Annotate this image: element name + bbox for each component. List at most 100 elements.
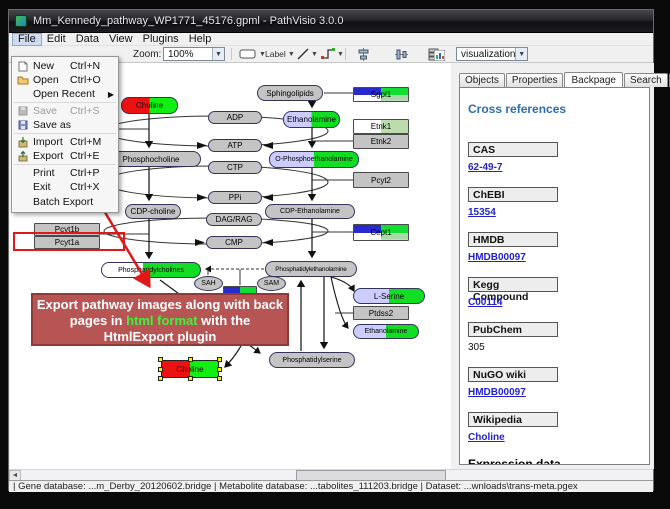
tab-objects[interactable]: Objects (459, 73, 505, 87)
selection-handle[interactable] (217, 357, 222, 362)
menu-separator (14, 102, 116, 103)
selection-handle[interactable] (217, 367, 222, 372)
menuitem-save[interactable]: SaveCtrl+S (12, 104, 118, 118)
node-ethanolamine-bottom[interactable]: Ethanolamine (353, 324, 419, 339)
node-adp[interactable]: ADP (208, 111, 262, 124)
label-tool-button[interactable]: Label▼ (265, 47, 295, 61)
menuitem-open-recent[interactable]: Open Recent▶ (12, 87, 118, 101)
xref-link[interactable]: HMDB00097 (468, 252, 641, 263)
panel-tabs: Objects Properties Backpage Search Legen… (459, 71, 670, 87)
backpage-section: ChEBI 15354 (468, 187, 641, 218)
xref-link[interactable]: HMDB00097 (468, 387, 641, 398)
node-cmp[interactable]: CMP (206, 236, 262, 249)
connector-tool-button[interactable]: ▼ (321, 47, 344, 61)
node-etnk1[interactable]: Etnk1 (353, 119, 409, 134)
node-atp[interactable]: ATP (208, 139, 262, 152)
node-pcyt2[interactable]: Pcyt2 (353, 172, 409, 188)
node-sphingolipids[interactable]: Sphingolipids (257, 85, 323, 101)
datasource-header: ChEBI (468, 187, 558, 202)
node-choline-selected[interactable]: Choline (161, 360, 219, 378)
selection-handle[interactable] (158, 357, 163, 362)
callout-highlight: html format (126, 313, 198, 328)
window-title: Mm_Kennedy_pathway_WP1771_45176.gpml - P… (33, 15, 343, 27)
title-bar[interactable]: Mm_Kennedy_pathway_WP1771_45176.gpml - P… (9, 10, 653, 33)
node-phosphatidylethanolamine[interactable]: Phosphatidylethanolamine (265, 261, 357, 277)
node-ptdss2[interactable]: Ptdss2 (353, 306, 409, 320)
connector-icon (321, 48, 335, 60)
menuitem-print[interactable]: PrintCtrl+P (12, 166, 118, 180)
xref-link[interactable]: 15354 (468, 207, 641, 218)
node-phosphatidylserine[interactable]: Phosphatidylserine (269, 352, 355, 368)
datasource-header: Wikipedia (468, 412, 558, 427)
selection-handle[interactable] (158, 367, 163, 372)
line-tool-button[interactable]: ▼ (297, 47, 318, 61)
selection-handle[interactable] (217, 376, 222, 381)
node-cept1[interactable]: Cept1 (353, 224, 409, 241)
xref-link[interactable]: Choline (468, 432, 641, 443)
node-cdp-ethanolamine[interactable]: CDP-Ethanolamine (265, 204, 355, 219)
zoom-combobox[interactable]: 100%▼ (163, 47, 225, 61)
datasource-header: NuGO wiki (468, 367, 558, 382)
side-panel: Objects Properties Backpage Search Legen… (457, 63, 654, 469)
menu-data[interactable]: Data (71, 33, 104, 46)
menu-separator (14, 133, 116, 134)
save-icon (15, 106, 30, 117)
menu-edit[interactable]: Edit (42, 33, 71, 46)
node-ctp[interactable]: CTP (208, 161, 262, 174)
selection-handle[interactable] (158, 376, 163, 381)
save-as-icon (15, 120, 30, 131)
node-dag-rag[interactable]: DAG/RAG (206, 213, 262, 226)
menu-file[interactable]: File (12, 33, 42, 46)
visualization-combobox[interactable]: visualization▼ (456, 47, 528, 61)
annotation-callout: Export pathway images along with back pa… (31, 293, 289, 346)
align-center-x-button[interactable] (357, 47, 370, 61)
node-o-phosphoethanolamine[interactable]: O-Phosphoethanolamine (269, 151, 359, 168)
selection-handle[interactable] (188, 376, 193, 381)
cross-references-heading: Cross references (468, 102, 641, 116)
selection-handle[interactable] (188, 357, 193, 362)
chevron-down-icon[interactable]: ▼ (515, 48, 527, 60)
node-ppi[interactable]: PPi (208, 191, 262, 204)
backpage-section: PubChem 305 (468, 322, 641, 353)
node-phosphatidylcholines[interactable]: Phosphatidylcholines (101, 262, 201, 278)
node-l-serine[interactable]: L-Serine (353, 288, 425, 304)
node-etnk2[interactable]: Etnk2 (353, 134, 409, 149)
xref-link[interactable]: 62-49-7 (468, 162, 641, 173)
menu-plugins[interactable]: Plugins (138, 33, 184, 46)
xref-link[interactable]: C00114 (468, 297, 641, 308)
batch-export-highlight (13, 232, 125, 251)
align-center-y-button[interactable] (395, 47, 408, 61)
node-label: Choline (176, 365, 203, 374)
menuitem-open[interactable]: OpenCtrl+O (12, 73, 118, 87)
menu-view[interactable]: View (104, 33, 138, 46)
node-sam[interactable]: SAM (257, 276, 286, 291)
datasource-header: HMDB (468, 232, 558, 247)
menuitem-save-as[interactable]: Save as (12, 118, 118, 132)
tab-search[interactable]: Search (624, 73, 668, 87)
label-tool-text: Label (265, 49, 286, 59)
node-ethanolamine-top[interactable]: Ethanolamine (283, 111, 340, 128)
app-icon (15, 15, 27, 27)
datanode-tool-button[interactable]: ▼ (239, 47, 266, 61)
menuitem-exit[interactable]: ExitCtrl+X (12, 180, 118, 194)
datanode-shape-icon (239, 49, 257, 59)
datasource-header: PubChem (468, 322, 558, 337)
align-center-x-icon (357, 48, 370, 61)
menuitem-export[interactable]: ExportCtrl+E (12, 149, 118, 163)
node-sah[interactable]: SAH (194, 276, 223, 291)
chevron-down-icon[interactable]: ▼ (212, 48, 224, 60)
menuitem-import[interactable]: ImportCtrl+M (12, 135, 118, 149)
xref-value: 305 (468, 342, 641, 353)
menuitem-batch-export[interactable]: Batch Export (12, 194, 118, 210)
menu-help[interactable]: Help (184, 33, 217, 46)
node-sgpl1[interactable]: Sgpl1 (353, 87, 409, 102)
tab-properties[interactable]: Properties (506, 73, 564, 87)
tab-backpage[interactable]: Backpage (564, 72, 622, 88)
datasource-header: CAS (468, 142, 558, 157)
node-choline-top[interactable]: Choline (121, 97, 178, 114)
horizontal-scrollbar[interactable]: ◄ (9, 469, 653, 480)
menuitem-new[interactable]: NewCtrl+N (12, 59, 118, 73)
node-cdp-choline[interactable]: CDP-choline (125, 204, 181, 219)
datasource-header: Kegg Compound (468, 277, 558, 292)
pathvisio-window: Mm_Kennedy_pathway_WP1771_45176.gpml - P… (8, 9, 654, 491)
